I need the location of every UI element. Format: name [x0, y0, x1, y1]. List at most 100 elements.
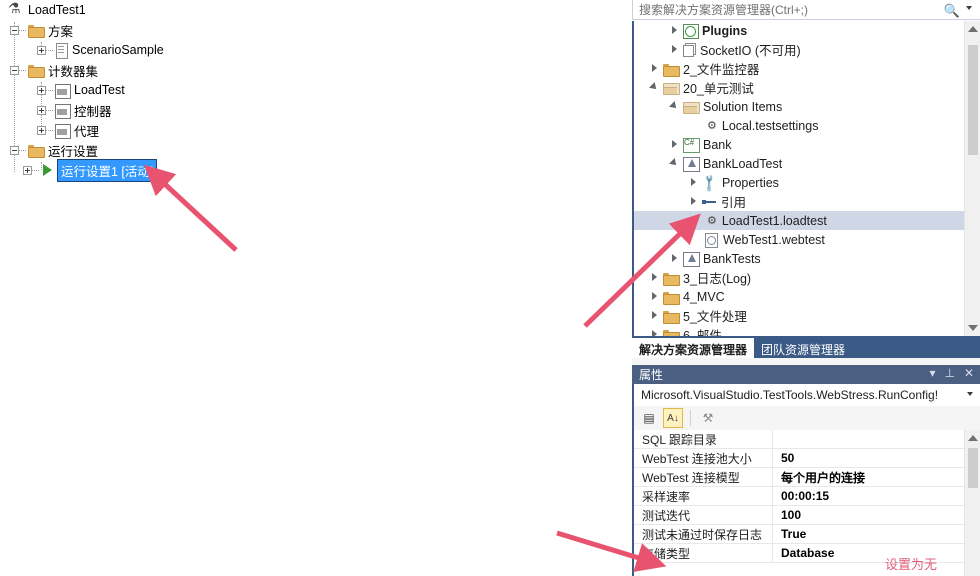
solution-item-file-monitor[interactable]: 2_文件监控器: [634, 59, 980, 78]
property-row-test-iterations[interactable]: 测试迭代 100: [634, 505, 964, 525]
property-value[interactable]: 100: [772, 505, 964, 525]
property-value[interactable]: True: [772, 524, 964, 544]
solution-item-plugins[interactable]: Plugins: [634, 21, 980, 40]
solution-item-file-handling[interactable]: 5_文件处理: [634, 306, 980, 325]
solution-item-banktests[interactable]: BankTests: [634, 249, 980, 268]
solution-item-local-testsettings[interactable]: ⚙ Local.testsettings: [634, 116, 980, 135]
alphabetical-button[interactable]: A↓: [663, 408, 683, 428]
scroll-down-icon[interactable]: [968, 325, 978, 331]
annotation-note-storage-type: 设置为无: [885, 558, 938, 573]
solution-item-properties[interactable]: 🔧 Properties: [634, 172, 980, 193]
property-pages-button[interactable]: ⚒: [698, 408, 718, 428]
tree-item-controller[interactable]: 控制器: [37, 100, 112, 120]
tab-solution-explorer[interactable]: 解决方案资源管理器: [632, 338, 755, 358]
tree-item-agent[interactable]: 代理: [37, 120, 99, 140]
loadtest-tree-root[interactable]: LoadTest1: [8, 0, 86, 20]
chevron-down-icon[interactable]: [670, 159, 679, 168]
chevron-down-icon[interactable]: [670, 102, 679, 111]
scroll-up-icon[interactable]: [968, 26, 978, 32]
close-icon[interactable]: ✕: [964, 366, 974, 380]
test-project-icon: [683, 252, 700, 267]
solution-item-label: SocketIO (不可用): [700, 44, 801, 58]
socket-icon: [683, 43, 696, 57]
solution-item-label: 2_文件监控器: [683, 63, 760, 77]
chevron-right-icon[interactable]: [670, 45, 679, 54]
solution-item-log[interactable]: 3_日志(Log): [634, 268, 980, 287]
solution-item-mvc[interactable]: 4_MVC: [634, 287, 980, 306]
tab-label: 解决方案资源管理器: [639, 342, 748, 357]
window-dropdown-icon[interactable]: ▾: [929, 366, 935, 380]
properties-object-selector[interactable]: Microsoft.VisualStudio.TestTools.WebStre…: [632, 384, 980, 406]
expand-toggle-icon[interactable]: [23, 165, 32, 175]
screenshot-root: LoadTest1 方案 ScenarioSample 计数器集: [0, 0, 980, 576]
tree-item-run-settings-1[interactable]: 运行设置1 [活动]: [23, 158, 158, 182]
collapse-toggle-icon[interactable]: [10, 25, 19, 35]
property-value[interactable]: 50: [772, 448, 964, 468]
scroll-up-icon[interactable]: [968, 435, 978, 441]
tab-team-explorer[interactable]: 团队资源管理器: [754, 338, 852, 358]
chevron-right-icon[interactable]: [689, 197, 698, 206]
property-row-save-log-on-test-failure[interactable]: 测试未通过时保存日志 True: [634, 524, 964, 544]
tab-label: 团队资源管理器: [761, 342, 846, 357]
chevron-down-icon[interactable]: [966, 6, 972, 10]
property-row-sql-trace-dir[interactable]: SQL 跟踪目录: [634, 430, 964, 449]
solution-tree-scrollbar[interactable]: [964, 21, 980, 336]
counter-set-icon: [55, 83, 71, 99]
property-row-sample-rate[interactable]: 采样速率 00:00:15: [634, 486, 964, 506]
solution-item-unit-test[interactable]: 20_单元测试: [634, 78, 980, 97]
property-name: WebTest 连接池大小: [642, 451, 752, 466]
scrollbar-thumb[interactable]: [968, 448, 978, 488]
solution-item-mail[interactable]: 6_邮件: [634, 325, 980, 336]
property-value[interactable]: 00:00:15: [772, 486, 964, 506]
chevron-right-icon[interactable]: [670, 26, 679, 35]
solution-search-placeholder: 搜索解决方案资源管理器(Ctrl+;): [639, 3, 808, 17]
chevron-right-icon[interactable]: [650, 292, 659, 301]
solution-item-label: BankTests: [703, 251, 761, 266]
solution-item-bankloadtest[interactable]: BankLoadTest: [634, 154, 980, 173]
solution-item-references[interactable]: 引用: [634, 192, 980, 211]
expand-toggle-icon[interactable]: [37, 125, 46, 135]
tree-item-label: 控制器: [74, 104, 112, 119]
chevron-down-icon[interactable]: [967, 392, 973, 396]
solution-item-loadtest1-loadtest[interactable]: ⚙ LoadTest1.loadtest: [634, 211, 980, 230]
chevron-right-icon[interactable]: [670, 140, 679, 149]
properties-scrollbar[interactable]: [964, 430, 980, 576]
solution-search-input[interactable]: 搜索解决方案资源管理器(Ctrl+;) 🔍: [632, 0, 980, 20]
chevron-right-icon[interactable]: [650, 64, 659, 73]
search-icon[interactable]: 🔍: [944, 3, 960, 19]
solution-item-label: Plugins: [702, 23, 748, 38]
pin-icon[interactable]: ⊥: [944, 366, 954, 380]
chevron-down-icon[interactable]: [650, 83, 659, 92]
property-value[interactable]: 每个用户的连接: [772, 467, 964, 487]
property-row-webtest-connection-pool-size[interactable]: WebTest 连接池大小 50: [634, 448, 964, 468]
solution-item-socketio[interactable]: SocketIO (不可用): [634, 40, 980, 59]
tree-item-counter-sets[interactable]: 计数器集: [10, 60, 98, 80]
solution-item-solution-items[interactable]: Solution Items: [634, 97, 980, 116]
references-icon: [702, 197, 716, 207]
tree-connector-line: [46, 50, 53, 51]
scrollbar-thumb[interactable]: [968, 45, 978, 155]
solution-item-label: 3_日志(Log): [683, 272, 752, 286]
chevron-right-icon[interactable]: [689, 178, 698, 187]
solution-item-bank[interactable]: Bank: [634, 135, 980, 154]
expand-toggle-icon[interactable]: [37, 45, 46, 55]
tree-item-fangan[interactable]: 方案: [10, 20, 73, 40]
chevron-right-icon[interactable]: [650, 311, 659, 320]
solution-item-webtest1-webtest[interactable]: WebTest1.webtest: [634, 230, 980, 249]
expand-toggle-icon[interactable]: [37, 105, 46, 115]
tree-item-label: 运行设置1 [活动]: [57, 158, 158, 182]
tree-item-run-settings[interactable]: 运行设置: [10, 140, 98, 160]
collapse-toggle-icon[interactable]: [10, 145, 19, 155]
chevron-right-icon[interactable]: [650, 273, 659, 282]
collapse-toggle-icon[interactable]: [10, 65, 19, 75]
folder-icon: [28, 24, 45, 38]
tree-item-scenariosample[interactable]: ScenarioSample: [37, 40, 164, 60]
property-name: SQL 跟踪目录: [642, 432, 717, 447]
chevron-right-icon[interactable]: [670, 254, 679, 263]
categorized-button[interactable]: ▤: [639, 408, 659, 428]
property-value[interactable]: [772, 430, 964, 449]
expand-toggle-icon[interactable]: [37, 85, 46, 95]
tree-item-label: LoadTest: [74, 83, 125, 97]
tree-item-loadtest-counters[interactable]: LoadTest: [37, 80, 125, 100]
property-row-webtest-connection-model[interactable]: WebTest 连接模型 每个用户的连接: [634, 467, 964, 487]
